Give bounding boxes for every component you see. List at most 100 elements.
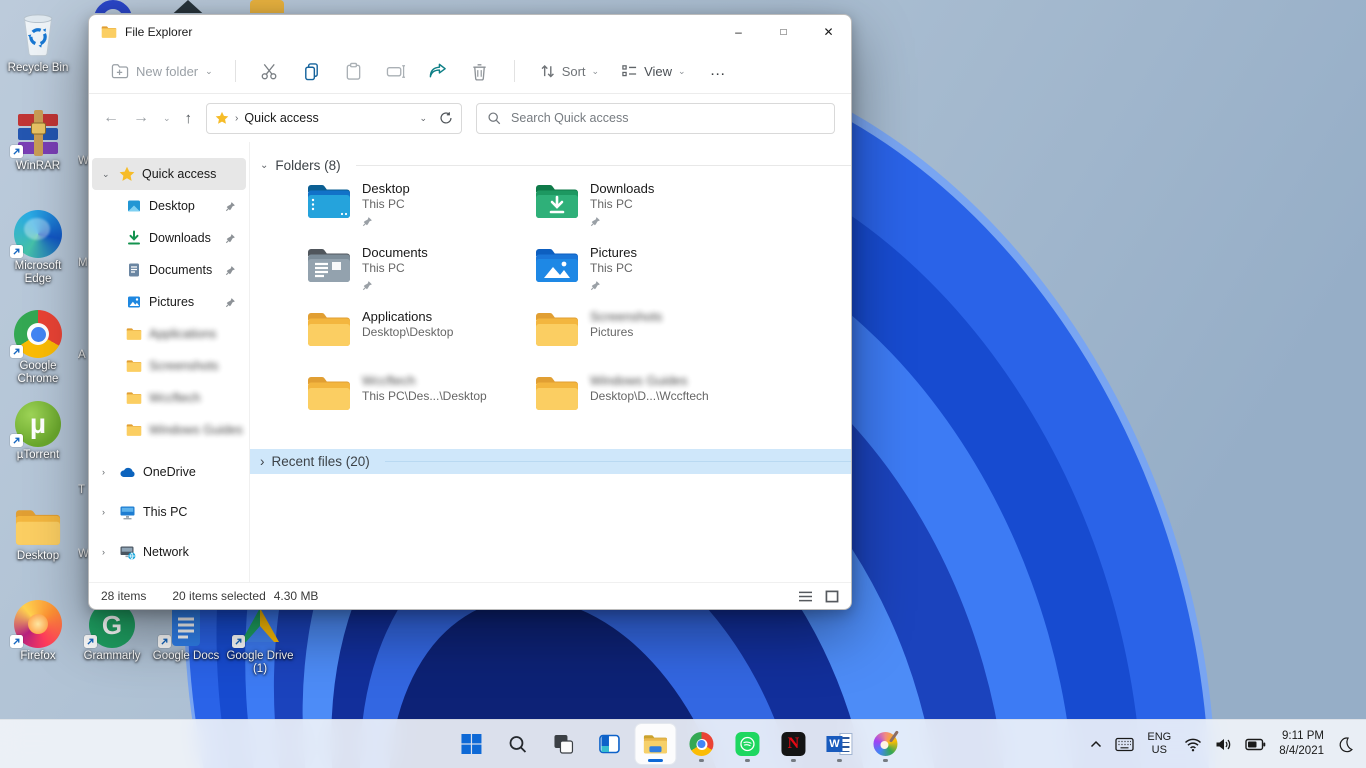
task-view-button[interactable] xyxy=(543,724,583,764)
back-button[interactable]: ← xyxy=(103,109,119,127)
desktop-icon-winrar[interactable]: WinRAR xyxy=(2,104,74,173)
language-indicator[interactable]: ENG US xyxy=(1147,731,1171,756)
folder-tile-pictures[interactable]: Pictures This PC xyxy=(534,245,762,309)
folder-tile-applications[interactable]: Applications Desktop\Desktop xyxy=(306,309,534,373)
word-button[interactable]: W xyxy=(819,724,859,764)
clock[interactable]: 9:11 PM 8/4/2021 xyxy=(1279,729,1324,759)
sidebar-item-pictures[interactable]: Pictures xyxy=(92,286,246,318)
address-dropdown-chevron[interactable]: ⌄ xyxy=(420,113,428,124)
address-bar[interactable]: › Quick access ⌄ xyxy=(206,103,462,134)
folders-group-header[interactable]: ⌄ Folders (8) xyxy=(250,142,851,179)
up-button[interactable]: ↑ xyxy=(185,110,193,127)
word-icon: W xyxy=(826,732,852,756)
widgets-button[interactable] xyxy=(589,724,629,764)
sidebar-item-label: Windows Guides xyxy=(149,423,243,437)
folder-name: Applications xyxy=(362,309,453,324)
folder-icon xyxy=(126,327,142,341)
cut-button[interactable] xyxy=(252,55,288,87)
sidebar-item-folder[interactable]: Wccftech xyxy=(92,382,246,414)
window-titlebar[interactable]: File Explorer – □ ✕ xyxy=(89,15,851,49)
minimize-button[interactable]: – xyxy=(716,15,761,49)
desktop-icon-utorrent[interactable]: µ µTorrent xyxy=(2,393,74,462)
sidebar-item-quick-access[interactable]: ⌄ Quick access xyxy=(92,158,246,190)
chevron-right-icon[interactable]: › xyxy=(102,547,112,557)
chevron-right-icon[interactable]: › xyxy=(102,467,112,477)
refresh-icon[interactable] xyxy=(439,111,453,125)
battery-icon[interactable] xyxy=(1245,738,1266,751)
sidebar-item-folder[interactable]: Screenshots xyxy=(92,350,246,382)
sidebar-item-folder[interactable]: Applications xyxy=(92,318,246,350)
pin-icon xyxy=(225,233,236,244)
wifi-icon[interactable] xyxy=(1184,737,1202,752)
sort-label: Sort xyxy=(562,64,586,79)
forward-button[interactable]: → xyxy=(133,109,149,127)
chevron-right-icon[interactable]: › xyxy=(102,507,112,517)
close-button[interactable]: ✕ xyxy=(806,15,851,49)
recent-files-group-header[interactable]: › Recent files (20) xyxy=(250,449,851,474)
touch-keyboard-icon[interactable] xyxy=(1115,737,1134,752)
desktop-icon-label: Grammarly xyxy=(76,650,148,663)
folder-location: This PC xyxy=(362,261,428,275)
file-explorer-button[interactable] xyxy=(635,724,675,764)
folder-tile[interactable]: Screenshots Pictures xyxy=(534,309,762,373)
sidebar-item-this-pc[interactable]: › This PC xyxy=(92,492,246,532)
chevron-down-icon[interactable]: ⌄ xyxy=(102,169,112,180)
focus-assist-moon-icon[interactable] xyxy=(1337,736,1354,753)
recent-locations-button[interactable]: ⌄ xyxy=(163,113,171,124)
sort-button[interactable]: Sort ⌄ xyxy=(531,55,607,87)
sidebar-item-label: Screenshots xyxy=(149,359,218,373)
folder-tile[interactable]: Wccftech This PC\Des...\Desktop xyxy=(306,373,534,437)
start-button[interactable] xyxy=(451,724,491,764)
folder-name: Downloads xyxy=(590,181,654,196)
share-button[interactable] xyxy=(420,55,456,87)
chevron-right-icon[interactable]: › xyxy=(260,454,265,469)
sidebar-item-onedrive[interactable]: › OneDrive xyxy=(92,452,246,492)
sidebar-item-network[interactable]: › Network xyxy=(92,532,246,572)
folder-tile[interactable]: Windows Guides Desktop\D...\Wccftech xyxy=(534,373,762,437)
folder-location: This PC\Des...\Desktop xyxy=(362,389,487,403)
search-input[interactable] xyxy=(509,110,824,126)
sidebar-item-downloads[interactable]: Downloads xyxy=(92,222,246,254)
large-icons-view-icon[interactable] xyxy=(825,590,839,603)
view-button[interactable]: View ⌄ xyxy=(613,55,694,87)
paint-button[interactable] xyxy=(865,724,905,764)
more-options-button[interactable]: … xyxy=(700,62,737,80)
onedrive-cloud-icon xyxy=(119,466,136,478)
chevron-down-icon[interactable]: ⌄ xyxy=(260,160,268,171)
content-pane: ⌄ Folders (8) xyxy=(249,142,851,582)
search-button[interactable] xyxy=(497,724,537,764)
downloads-folder-icon xyxy=(534,181,580,221)
chrome-button[interactable] xyxy=(681,724,721,764)
pin-icon xyxy=(225,265,236,276)
group-divider xyxy=(356,165,851,166)
desktop-icon-microsoft-edge[interactable]: Microsoft Edge xyxy=(2,200,74,286)
details-view-icon[interactable] xyxy=(798,590,813,603)
chevron-down-icon: ⌄ xyxy=(592,66,600,77)
new-folder-button[interactable]: New folder ⌄ xyxy=(105,63,219,79)
desktop-icon-desktop-folder[interactable]: Desktop xyxy=(2,494,74,563)
desktop-icon-firefox[interactable]: Firefox xyxy=(2,592,74,663)
sidebar-item-documents[interactable]: Documents xyxy=(92,254,246,286)
folder-tile-documents[interactable]: Documents This PC xyxy=(306,245,534,309)
search-box[interactable] xyxy=(476,103,835,134)
this-pc-monitor-icon xyxy=(119,505,136,520)
volume-icon[interactable] xyxy=(1215,737,1232,752)
desktop-icon-recycle-bin[interactable]: Recycle Bin xyxy=(2,6,74,75)
breadcrumb-location[interactable]: Quick access xyxy=(244,111,318,125)
folder-tile-downloads[interactable]: Downloads This PC xyxy=(534,181,762,245)
copy-button[interactable] xyxy=(294,55,330,87)
shortcut-arrow-icon xyxy=(10,434,23,447)
spotify-button[interactable] xyxy=(727,724,767,764)
hidden-icons-chevron[interactable] xyxy=(1090,740,1102,748)
folder-icon xyxy=(126,359,142,373)
paste-button[interactable] xyxy=(336,55,372,87)
sidebar-item-desktop[interactable]: Desktop xyxy=(92,190,246,222)
delete-button[interactable] xyxy=(462,55,498,87)
desktop-icon-google-chrome[interactable]: Google Chrome xyxy=(2,300,74,386)
documents-folder-icon xyxy=(306,245,352,285)
folder-tile-desktop[interactable]: Desktop This PC xyxy=(306,181,534,245)
rename-button[interactable] xyxy=(378,55,414,87)
maximize-button[interactable]: □ xyxy=(761,15,806,49)
netflix-button[interactable]: N xyxy=(773,724,813,764)
sidebar-item-folder[interactable]: Windows Guides xyxy=(92,414,246,446)
